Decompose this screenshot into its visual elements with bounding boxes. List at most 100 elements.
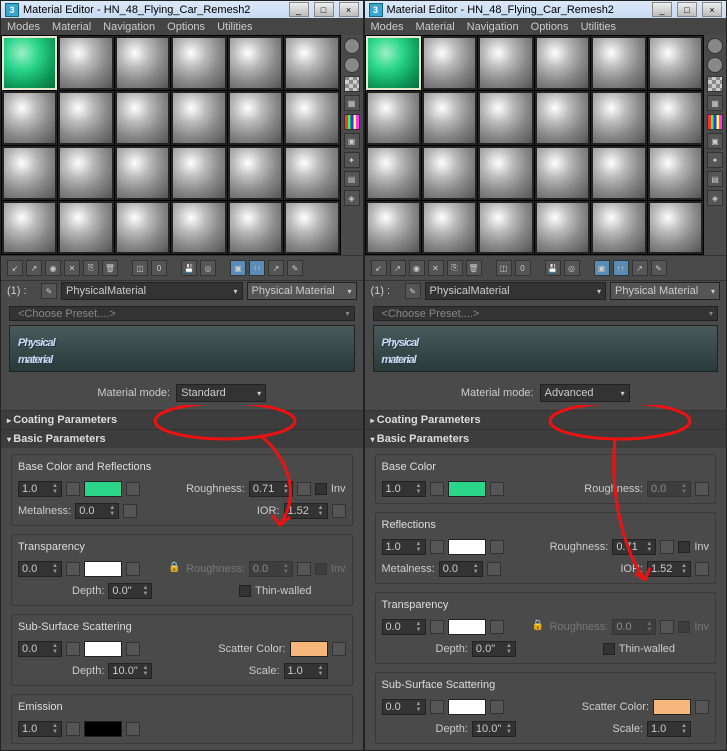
thin-walled-checkbox[interactable] <box>603 643 615 655</box>
menu-options[interactable]: Options <box>531 21 569 33</box>
ior-map[interactable] <box>332 504 346 518</box>
preset-dropdown[interactable]: <Choose Preset....> <box>9 306 355 322</box>
scatter-color-swatch[interactable] <box>290 641 328 657</box>
close-button[interactable]: × <box>339 2 359 17</box>
sample-slot[interactable] <box>478 91 533 145</box>
material-type-button[interactable]: Physical Material <box>610 282 720 300</box>
transparency-roughness-spinner[interactable]: 0.0▲▼ <box>249 561 293 577</box>
sample-slot[interactable] <box>284 36 339 90</box>
sample-slot[interactable] <box>228 36 283 90</box>
sss-depth-spinner[interactable]: 10.0"▲▼ <box>472 721 516 737</box>
transparency-weight-map[interactable] <box>66 562 80 576</box>
sample-slot[interactable] <box>591 91 646 145</box>
make-copy-icon[interactable]: ⎘ <box>447 260 463 276</box>
transparency-color-map[interactable] <box>126 562 140 576</box>
sample-slot[interactable] <box>422 146 477 200</box>
sss-color-swatch[interactable] <box>448 699 486 715</box>
make-preview-icon[interactable]: ▣ <box>344 133 360 149</box>
sample-slot[interactable] <box>478 146 533 200</box>
base-weight-spinner[interactable]: 1.0▲▼ <box>18 481 62 497</box>
sample-slot[interactable] <box>2 91 57 145</box>
inv-checkbox[interactable] <box>678 541 690 553</box>
base-weight-map[interactable] <box>430 482 444 496</box>
material-map-navigator-icon[interactable]: ◈ <box>707 190 723 206</box>
ior-map[interactable] <box>695 562 709 576</box>
lock-icon[interactable]: 🔒 <box>168 562 182 576</box>
transparency-color-swatch[interactable] <box>448 619 486 635</box>
select-by-material-icon[interactable]: ▤ <box>707 171 723 187</box>
go-to-parent-icon[interactable]: ↑↑ <box>613 260 629 276</box>
sample-type-icon[interactable] <box>707 38 723 54</box>
sample-slot[interactable] <box>115 201 170 255</box>
sample-slot[interactable] <box>115 36 170 90</box>
metalness-map[interactable] <box>123 504 137 518</box>
sample-slot[interactable] <box>171 91 226 145</box>
sample-slot[interactable] <box>171 146 226 200</box>
get-material-icon[interactable]: ↙ <box>7 260 23 276</box>
go-forward-icon[interactable]: ↗ <box>268 260 284 276</box>
select-by-material-icon[interactable]: ▤ <box>344 171 360 187</box>
options-icon[interactable]: ✦ <box>344 152 360 168</box>
video-color-check-icon[interactable] <box>707 114 723 130</box>
put-to-scene-icon[interactable]: ↗ <box>390 260 406 276</box>
reflection-weight-map[interactable] <box>430 540 444 554</box>
close-button[interactable]: × <box>702 2 722 17</box>
material-name-field[interactable]: PhysicalMaterial <box>425 282 607 300</box>
menu-modes[interactable]: Modes <box>371 21 404 33</box>
menu-utilities[interactable]: Utilities <box>217 21 252 33</box>
menu-navigation[interactable]: Navigation <box>103 21 155 33</box>
menu-modes[interactable]: Modes <box>7 21 40 33</box>
minimize-button[interactable]: _ <box>652 2 672 17</box>
sample-slot[interactable] <box>535 91 590 145</box>
rollout-header-coating[interactable]: Coating Parameters <box>365 411 727 429</box>
transparency-weight-map[interactable] <box>430 620 444 634</box>
rollout-header-basic[interactable]: Basic Parameters <box>1 430 363 448</box>
sample-slot[interactable] <box>648 91 703 145</box>
emission-weight-spinner[interactable]: 1.0▲▼ <box>18 721 62 737</box>
show-map-icon[interactable]: ◎ <box>564 260 580 276</box>
transparency-weight-spinner[interactable]: 0.0▲▼ <box>18 561 62 577</box>
maximize-button[interactable]: □ <box>677 2 697 17</box>
sample-slot[interactable] <box>648 201 703 255</box>
roughness-spinner[interactable]: 0.71▲▼ <box>249 481 293 497</box>
scatter-color-map[interactable] <box>332 642 346 656</box>
sample-slot[interactable] <box>228 146 283 200</box>
base-color-swatch[interactable] <box>84 481 122 497</box>
backlight-icon[interactable] <box>707 57 723 73</box>
emission-color-swatch[interactable] <box>84 721 122 737</box>
sss-color-map[interactable] <box>126 642 140 656</box>
sample-slot[interactable] <box>284 201 339 255</box>
put-to-library-icon[interactable]: ◫ <box>132 260 148 276</box>
inv-checkbox[interactable] <box>678 621 690 633</box>
depth-spinner[interactable]: 0.0"▲▼ <box>472 641 516 657</box>
sample-slot[interactable] <box>648 146 703 200</box>
sss-weight-map[interactable] <box>66 642 80 656</box>
pick-material-icon[interactable]: ✎ <box>651 260 667 276</box>
save-icon[interactable]: 💾 <box>181 260 197 276</box>
sample-slot[interactable] <box>2 146 57 200</box>
menu-material[interactable]: Material <box>52 21 91 33</box>
save-icon[interactable]: 💾 <box>545 260 561 276</box>
options-icon[interactable]: ✦ <box>707 152 723 168</box>
sample-slot[interactable] <box>591 201 646 255</box>
sample-slot-selected[interactable] <box>366 36 421 90</box>
make-copy-icon[interactable]: ⎘ <box>83 260 99 276</box>
minimize-button[interactable]: _ <box>289 2 309 17</box>
sample-slot[interactable] <box>58 91 113 145</box>
put-to-scene-icon[interactable]: ↗ <box>26 260 42 276</box>
sample-slot[interactable] <box>366 201 421 255</box>
sample-slot[interactable] <box>535 201 590 255</box>
assign-to-selection-icon[interactable]: ◉ <box>409 260 425 276</box>
sample-slot[interactable] <box>535 36 590 90</box>
show-end-result-icon[interactable]: ▣ <box>230 260 246 276</box>
base-color-map[interactable] <box>490 482 504 496</box>
pick-icon[interactable]: ✎ <box>405 283 421 299</box>
inv-checkbox[interactable] <box>315 483 327 495</box>
base-weight-map[interactable] <box>66 482 80 496</box>
video-color-check-icon[interactable] <box>344 114 360 130</box>
scale-spinner[interactable]: 1.0▲▼ <box>284 663 328 679</box>
show-end-result-icon[interactable]: ▣ <box>594 260 610 276</box>
sss-color-map[interactable] <box>490 700 504 714</box>
rollout-header-coating[interactable]: Coating Parameters <box>1 411 363 429</box>
sample-uv-tiling-icon[interactable]: ▦ <box>344 95 360 111</box>
